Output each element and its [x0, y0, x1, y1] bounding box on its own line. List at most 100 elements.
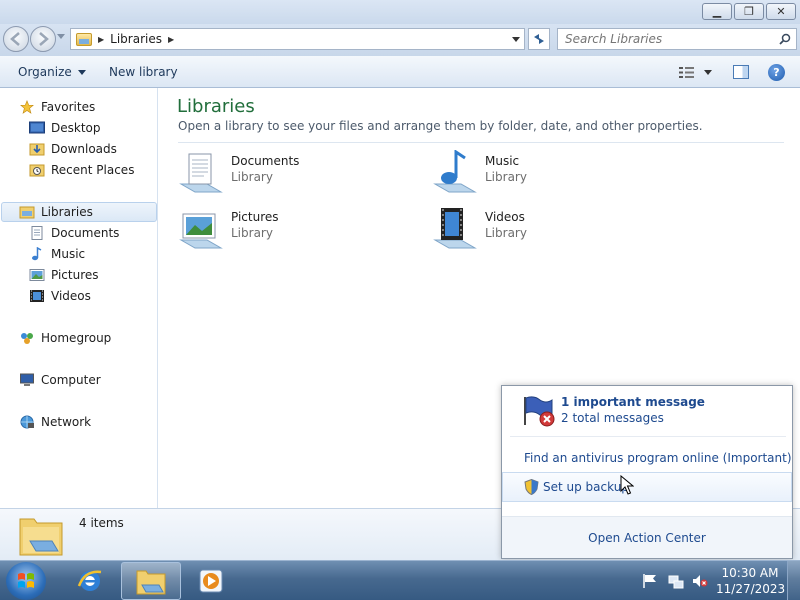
network-status-icon[interactable] [668, 573, 684, 589]
back-arrow-icon [10, 32, 20, 46]
library-name: Videos [485, 210, 525, 224]
maximize-button[interactable]: ❐ [734, 3, 764, 20]
pictures-library-icon [179, 213, 223, 249]
nav-desktop[interactable]: Desktop [29, 118, 101, 138]
important-message-link[interactable]: 1 important message [561, 395, 705, 409]
nav-pictures-label: Pictures [51, 268, 99, 282]
divider [178, 142, 784, 143]
search-box[interactable] [557, 28, 797, 50]
address-row: ▶ Libraries ▶ [0, 24, 800, 56]
documents-icon [31, 226, 43, 240]
computer-icon [20, 373, 34, 386]
clock-time[interactable]: 10:30 AM [720, 566, 780, 580]
new-library-button[interactable]: New library [109, 65, 178, 79]
star-icon [20, 100, 34, 114]
music-note-icon [32, 247, 42, 261]
nav-downloads[interactable]: Downloads [29, 139, 117, 159]
libraries-folder-icon [19, 518, 63, 556]
videos-library-icon [433, 208, 477, 249]
help-icon[interactable]: ? [768, 64, 785, 81]
organize-label: Organize [18, 65, 72, 79]
total-messages-link[interactable]: 2 total messages [561, 411, 664, 425]
volume-muted-icon[interactable] [692, 573, 708, 589]
show-desktop-button[interactable] [787, 561, 800, 600]
popup-footer: Open Action Center [502, 516, 792, 558]
forward-button[interactable] [30, 26, 56, 52]
set-up-backup-link[interactable]: Set up backup [502, 472, 792, 502]
network-icon [20, 415, 34, 429]
music-library-icon [433, 150, 477, 193]
desktop-icon [29, 121, 45, 134]
address-history-dropdown[interactable] [512, 37, 520, 42]
search-icon[interactable] [779, 33, 791, 45]
action-center-flag-icon [524, 396, 555, 427]
recent-pages-dropdown[interactable] [57, 34, 65, 39]
pictures-icon [29, 269, 45, 281]
chevron-down-icon [77, 69, 86, 75]
nav-videos-label: Videos [51, 289, 91, 303]
library-tile-videos[interactable]: Videos Library [431, 206, 671, 254]
action-center-popup: 1 important message 2 total messages Fin… [501, 385, 793, 559]
shield-icon [524, 479, 539, 495]
preview-pane-icon[interactable] [733, 65, 749, 79]
nav-libraries[interactable]: Libraries [1, 202, 157, 222]
breadcrumb-separator-icon[interactable]: ▶ [98, 35, 104, 44]
libraries-icon [19, 206, 35, 219]
taskbar: 10:30 AM 11/27/2023 [0, 560, 800, 600]
clock-date[interactable]: 11/27/2023 [716, 582, 785, 596]
new-library-label: New library [109, 65, 178, 79]
library-name: Music [485, 154, 520, 168]
nav-network[interactable]: Network [19, 412, 91, 432]
mouse-cursor-icon [620, 475, 634, 495]
nav-favorites-label: Favorites [41, 100, 96, 114]
nav-music-label: Music [51, 247, 86, 261]
minimize-button[interactable]: ▁ [702, 3, 732, 20]
find-antivirus-link[interactable]: Find an antivirus program online (Import… [524, 451, 792, 465]
breadcrumb-libraries[interactable]: Libraries [110, 32, 162, 46]
nav-downloads-label: Downloads [51, 142, 117, 156]
library-name: Documents [231, 154, 300, 168]
nav-pictures[interactable]: Pictures [29, 265, 99, 285]
taskbar-internet-explorer[interactable] [60, 562, 120, 600]
back-button[interactable] [3, 26, 29, 52]
page-title: Libraries [177, 96, 255, 117]
library-tile-pictures[interactable]: Pictures Library [177, 206, 417, 254]
library-type: Library [485, 226, 527, 240]
nav-favorites[interactable]: Favorites [19, 97, 95, 117]
search-input[interactable] [565, 32, 765, 46]
windows-logo-icon [18, 573, 34, 588]
nav-libraries-label: Libraries [41, 205, 93, 219]
window-title-bar: ▁ ❐ ✕ [0, 0, 800, 24]
nav-homegroup[interactable]: Homegroup [19, 328, 111, 348]
open-action-center-link[interactable]: Open Action Center [502, 531, 792, 545]
nav-computer[interactable]: Computer [19, 370, 101, 390]
start-button[interactable] [6, 562, 46, 600]
library-tile-music[interactable]: Music Library [431, 150, 671, 198]
nav-documents[interactable]: Documents [29, 223, 119, 243]
action-center-flag-icon[interactable] [642, 573, 658, 589]
nav-videos[interactable]: Videos [29, 286, 91, 306]
navigation-pane: Favorites Desktop Downloads Recent Place… [0, 88, 158, 508]
nav-recent-places[interactable]: Recent Places [29, 160, 134, 180]
nav-music[interactable]: Music [29, 244, 85, 264]
close-button[interactable]: ✕ [766, 3, 796, 20]
videos-icon [30, 290, 44, 302]
library-tile-documents[interactable]: Documents Library [177, 150, 417, 198]
forward-arrow-icon [39, 32, 49, 46]
set-up-backup-label: Set up backup [543, 480, 629, 494]
item-count: 4 items [79, 516, 124, 530]
change-view-icon[interactable] [679, 66, 694, 79]
breadcrumb-separator-icon[interactable]: ▶ [168, 35, 174, 44]
refresh-button[interactable] [528, 28, 550, 50]
taskbar-windows-explorer[interactable] [121, 562, 181, 600]
nav-computer-label: Computer [41, 373, 101, 387]
library-type: Library [231, 170, 273, 184]
divider [510, 436, 786, 437]
taskbar-media-player[interactable] [181, 562, 241, 600]
view-options-dropdown[interactable] [704, 70, 712, 75]
documents-library-icon [179, 153, 223, 193]
homegroup-icon [21, 333, 33, 344]
nav-recent-places-label: Recent Places [51, 163, 135, 177]
organize-menu[interactable]: Organize [18, 65, 86, 79]
address-bar[interactable]: ▶ Libraries ▶ [70, 28, 525, 50]
